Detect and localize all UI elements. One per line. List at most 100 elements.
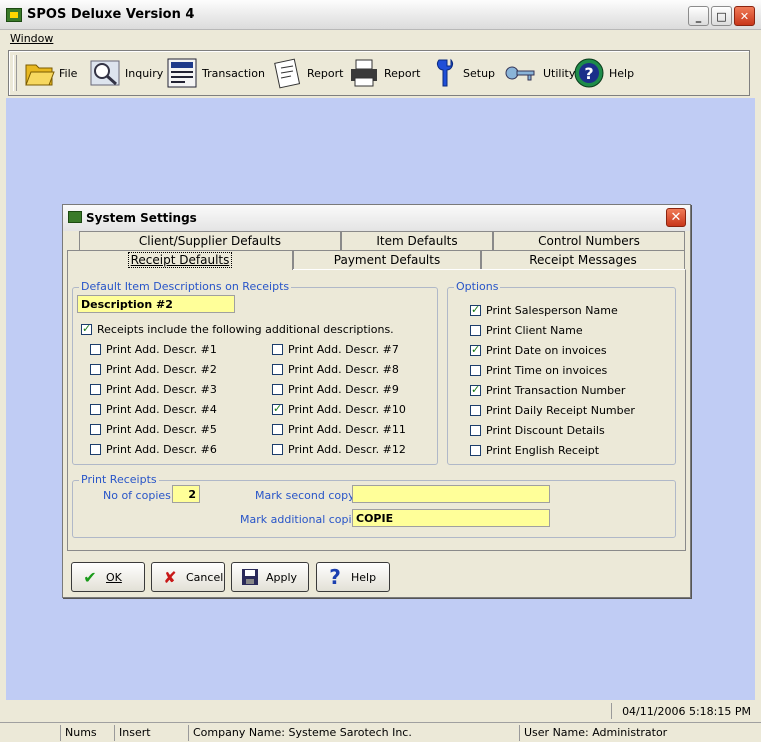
checkbox-label: Print Add. Descr. #6	[106, 443, 217, 456]
floppy-icon	[242, 569, 258, 585]
close-icon: ✕	[739, 9, 750, 23]
checkbox-label: Print Add. Descr. #3	[106, 383, 217, 396]
group-title: Options	[454, 280, 501, 293]
descr-2-checkbox[interactable]: Print Add. Descr. #2	[90, 363, 217, 376]
status-area: 04/11/2006 5:18:15 PM Nums Insert Compan…	[0, 700, 761, 742]
ok-button[interactable]: ✔ OK	[71, 562, 145, 592]
button-label: OK	[106, 570, 122, 584]
print-salesperson-checkbox[interactable]: Print Salesperson Name	[470, 303, 618, 317]
descr-8-checkbox[interactable]: Print Add. Descr. #8	[272, 363, 399, 376]
dialog-title: System Settings	[86, 211, 197, 225]
toolbar-label-setup: Setup	[463, 66, 496, 80]
toolbar-grip[interactable]	[13, 55, 17, 91]
tab-client-supplier-defaults[interactable]: Client/Supplier Defaults	[79, 231, 341, 250]
descr-12-checkbox[interactable]: Print Add. Descr. #12	[272, 443, 406, 456]
window-title: SPOS Deluxe Version 4	[27, 7, 195, 22]
group-title: Print Receipts	[79, 473, 159, 486]
status-bar: Nums Insert Company Name: Systeme Sarote…	[0, 722, 761, 742]
status-nums: Nums	[60, 725, 112, 741]
toolbar-utility-button[interactable]: Utility	[501, 55, 575, 91]
descr-3-checkbox[interactable]: Print Add. Descr. #3	[90, 383, 217, 396]
include-descriptions-checkbox[interactable]: Receipts include the following additiona…	[81, 322, 394, 336]
print-client-name-checkbox[interactable]: Print Client Name	[470, 324, 583, 337]
checkbox-label: Print Add. Descr. #2	[106, 363, 217, 376]
default-description-field[interactable]: Description #2	[77, 295, 235, 313]
checkbox-label: Print Add. Descr. #4	[106, 403, 217, 416]
checkbox-label: Print Time on invoices	[486, 364, 608, 377]
register-icon	[167, 58, 197, 88]
descr-5-checkbox[interactable]: Print Add. Descr. #5	[90, 423, 217, 436]
toolbar-setup-button[interactable]: Setup	[427, 55, 495, 91]
tab-receipt-defaults[interactable]: Receipt Defaults	[67, 250, 293, 270]
print-daily-receipt-checkbox[interactable]: Print Daily Receipt Number	[470, 404, 635, 417]
second-copy-field[interactable]	[352, 485, 550, 503]
toolbar-label-utility: Utility	[543, 66, 576, 80]
checkbox-box	[470, 405, 481, 416]
checkbox-box	[90, 384, 101, 395]
descr-4-checkbox[interactable]: Print Add. Descr. #4	[90, 403, 217, 416]
group-title: Default Item Descriptions on Receipts	[79, 280, 292, 293]
minimize-button[interactable]: _	[688, 6, 709, 26]
copies-field[interactable]: 2	[172, 485, 200, 503]
toolbar-help-button[interactable]: ? Help	[573, 55, 634, 91]
second-copy-label: Mark second copy:	[255, 489, 358, 502]
tab-label: Receipt Messages	[529, 253, 637, 267]
copies-label: No of copies:	[103, 489, 175, 502]
tab-label: Control Numbers	[538, 234, 640, 248]
descr-10-checkbox[interactable]: Print Add. Descr. #10	[272, 402, 406, 416]
svg-text:?: ?	[584, 64, 593, 83]
magnifier-icon	[90, 60, 120, 86]
descr-11-checkbox[interactable]: Print Add. Descr. #11	[272, 423, 406, 436]
menu-item-window[interactable]: Window	[10, 32, 53, 45]
descr-6-checkbox[interactable]: Print Add. Descr. #6	[90, 443, 217, 456]
tab-payment-defaults[interactable]: Payment Defaults	[293, 250, 481, 269]
minimize-icon: _	[695, 9, 702, 23]
cancel-button[interactable]: ✘ Cancel	[151, 562, 225, 592]
checkbox-label: Print Add. Descr. #5	[106, 423, 217, 436]
additional-copies-field[interactable]: COPIE	[352, 509, 550, 527]
main-toolbar: File Inquiry Transaction Report Report S…	[8, 50, 750, 96]
additional-copies-label: Mark additional copies	[240, 513, 365, 526]
toolbar-label-transaction: Transaction	[202, 66, 265, 80]
toolbar-file-button[interactable]: File	[23, 55, 77, 91]
status-user-name: User Name: Administrator	[519, 725, 759, 741]
tab-control-numbers[interactable]: Control Numbers	[493, 231, 685, 250]
maximize-icon: □	[716, 9, 727, 23]
checkbox-box	[90, 404, 101, 415]
toolbar-inquiry-button[interactable]: Inquiry	[89, 55, 163, 91]
checkbox-box	[272, 344, 283, 355]
checkbox-label: Print Date on invoices	[486, 344, 607, 357]
checkbox-label: Print Client Name	[486, 324, 583, 337]
menu-bar: Window	[0, 30, 761, 48]
dialog-close-button[interactable]: ✕	[666, 208, 686, 227]
help-button[interactable]: ? Help	[316, 562, 390, 592]
title-bar: SPOS Deluxe Version 4 _ □ ✕	[0, 0, 761, 30]
maximize-button[interactable]: □	[711, 6, 732, 26]
descr-1-checkbox[interactable]: Print Add. Descr. #1	[90, 343, 217, 356]
tab-item-defaults[interactable]: Item Defaults	[341, 231, 493, 250]
print-english-receipt-checkbox[interactable]: Print English Receipt	[470, 444, 599, 457]
tab-receipt-messages[interactable]: Receipt Messages	[481, 250, 685, 269]
checkbox-label: Print Transaction Number	[486, 384, 626, 397]
checkbox-box	[90, 344, 101, 355]
datetime-display: 04/11/2006 5:18:15 PM	[611, 703, 751, 719]
toolbar-label-inquiry: Inquiry	[125, 66, 164, 80]
toolbar-report-button-1[interactable]: Report	[271, 55, 343, 91]
close-button[interactable]: ✕	[734, 6, 755, 26]
toolbar-report-button-2[interactable]: Report	[348, 55, 420, 91]
descr-9-checkbox[interactable]: Print Add. Descr. #9	[272, 383, 399, 396]
descr-7-checkbox[interactable]: Print Add. Descr. #7	[272, 343, 399, 356]
checkbox-box	[470, 425, 481, 436]
apply-button[interactable]: Apply	[231, 562, 309, 592]
button-label: Help	[351, 570, 377, 584]
print-time-checkbox[interactable]: Print Time on invoices	[470, 364, 607, 377]
print-transaction-number-checkbox[interactable]: Print Transaction Number	[470, 383, 626, 397]
print-date-checkbox[interactable]: Print Date on invoices	[470, 343, 607, 357]
checkbox-box	[470, 383, 481, 396]
checkbox-box	[470, 365, 481, 376]
print-discount-details-checkbox[interactable]: Print Discount Details	[470, 424, 605, 437]
toolbar-transaction-button[interactable]: Transaction	[166, 55, 265, 91]
checkbox-label: Print Add. Descr. #9	[288, 383, 399, 396]
app-icon	[6, 8, 22, 22]
checkbox-box	[90, 424, 101, 435]
